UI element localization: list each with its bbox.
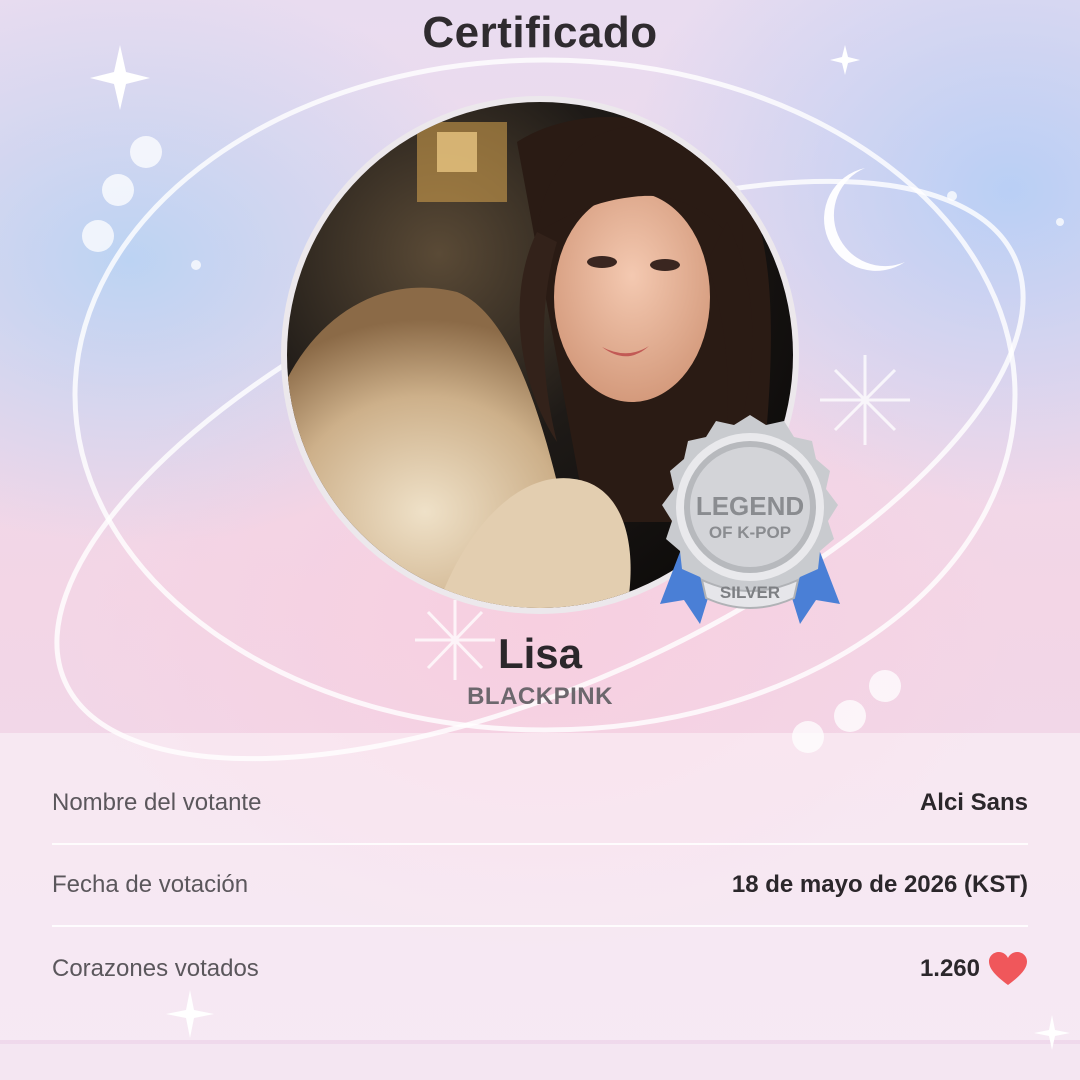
dot (130, 136, 162, 168)
dot (191, 260, 201, 270)
dot (102, 174, 134, 206)
heart-icon (989, 952, 1027, 985)
dot (1056, 218, 1064, 226)
detail-row-hearts: Corazones votados 1.260 (52, 928, 1028, 1010)
badge-line1: LEGEND (696, 491, 804, 521)
badge-tier: SILVER (720, 583, 780, 602)
dot (947, 191, 957, 201)
artist-name: Lisa (497, 630, 583, 677)
detail-row-voter: Nombre del votante Alci Sans (52, 762, 1028, 844)
detail-value: 18 de mayo de 2026 (KST) (731, 871, 1028, 898)
hearts-value-group: 1.260 (920, 951, 1028, 987)
artist-group: BLACKPINK (467, 683, 613, 710)
detail-label: Corazones votados (52, 955, 259, 982)
row-divider (52, 925, 1028, 927)
badge-line2: OF K-POP (709, 523, 791, 542)
legend-badge: LEGEND OF K-POP SILVER (660, 415, 840, 624)
detail-value: Alci Sans (919, 789, 1028, 816)
detail-label: Nombre del votante (52, 789, 262, 816)
detail-value: 1.260 (919, 955, 980, 982)
dot (82, 220, 114, 252)
bottom-strip (0, 1044, 1080, 1080)
page-title: Certificado (422, 8, 658, 57)
detail-label: Fecha de votación (52, 871, 249, 898)
detail-row-date: Fecha de votación 18 de mayo de 2026 (KS… (52, 844, 1028, 926)
